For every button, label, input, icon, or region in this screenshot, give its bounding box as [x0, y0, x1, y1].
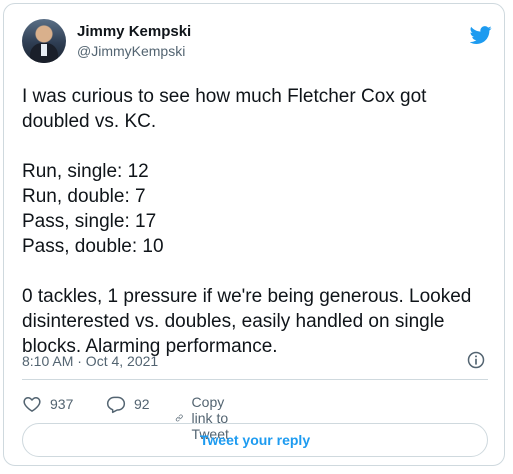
- tweet-text: I was curious to see how much Fletcher C…: [22, 86, 472, 357]
- divider: [22, 379, 488, 380]
- author-name[interactable]: Jimmy Kempski: [77, 23, 191, 40]
- reply-bubble-icon: [106, 396, 126, 414]
- heart-icon: [23, 397, 41, 412]
- avatar[interactable]: [22, 19, 66, 63]
- tweet-your-reply-button[interactable]: Tweet your reply: [22, 423, 488, 457]
- tweet-header: Jimmy Kempski @JimmyKempski: [22, 18, 492, 64]
- tweet-timestamp[interactable]: 8:10 AM · Oct 4, 2021: [22, 353, 158, 369]
- reply-count: 92: [134, 396, 150, 412]
- twitter-bird-icon[interactable]: [470, 24, 492, 46]
- author-handle[interactable]: @JimmyKempski: [77, 43, 185, 59]
- info-icon[interactable]: [466, 350, 486, 370]
- like-count: 937: [50, 396, 74, 412]
- like-button[interactable]: 937: [22, 394, 73, 414]
- tweet-card: Jimmy Kempski @JimmyKempski I was curiou…: [3, 3, 505, 466]
- reply-action-button[interactable]: 92: [106, 394, 150, 414]
